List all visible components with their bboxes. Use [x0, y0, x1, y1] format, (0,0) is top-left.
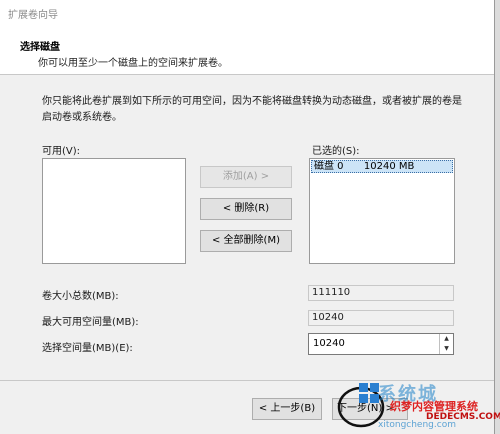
selected-disk-size: 10240 MB [363, 161, 415, 172]
stepper-arrows: ▲ ▼ [439, 334, 453, 354]
total-size-label: 卷大小总数(MB): [42, 291, 119, 302]
selected-disk-name: 磁盘 0 [314, 161, 344, 172]
remove-all-button[interactable]: < 全部删除(M) [200, 230, 292, 252]
windows-logo-icon [359, 383, 379, 403]
wizard-header: 选择磁盘 你可以用至少一个磁盘上的空间来扩展卷。 [0, 24, 494, 75]
extend-volume-wizard-window: 扩展卷向导 选择磁盘 你可以用至少一个磁盘上的空间来扩展卷。 你只能将此卷扩展到… [0, 0, 495, 434]
select-space-value: 10240 [313, 338, 345, 349]
page-title: 选择磁盘 [20, 42, 60, 53]
add-button[interactable]: 添加(A) > [200, 166, 292, 188]
stepper-up-icon[interactable]: ▲ [440, 334, 453, 344]
stepper-down-icon[interactable]: ▼ [440, 344, 453, 354]
available-disks-list[interactable] [42, 158, 186, 264]
page-subtitle: 你可以用至少一个磁盘上的空间来扩展卷。 [38, 58, 228, 69]
select-space-stepper[interactable]: 10240 ▲ ▼ [308, 333, 454, 355]
window-title: 扩展卷向导 [8, 10, 58, 21]
selected-disk-item[interactable]: 磁盘 0 10240 MB [311, 160, 453, 173]
available-label: 可用(V): [42, 146, 81, 157]
total-size-field: 111110 [308, 285, 454, 301]
selected-disks-list[interactable]: 磁盘 0 10240 MB [309, 158, 455, 264]
remove-button[interactable]: < 删除(R) [200, 198, 292, 220]
description-text: 你只能将此卷扩展到如下所示的可用空间，因为不能将磁盘转换为动态磁盘，或者被扩展的… [42, 96, 462, 123]
watermark: 系统城 织梦内容管理系统 DEDECMS.COM xitongcheng.com [330, 378, 500, 434]
title-bar: 扩展卷向导 [0, 0, 494, 24]
select-space-label: 选择空间量(MB)(E): [42, 343, 133, 354]
watermark-url-secondary: xitongcheng.com [378, 420, 456, 430]
selected-label: 已选的(S): [312, 146, 360, 157]
back-button[interactable]: < 上一步(B) [252, 398, 322, 420]
max-space-label: 最大可用空间量(MB): [42, 317, 139, 328]
max-space-field: 10240 [308, 310, 454, 326]
